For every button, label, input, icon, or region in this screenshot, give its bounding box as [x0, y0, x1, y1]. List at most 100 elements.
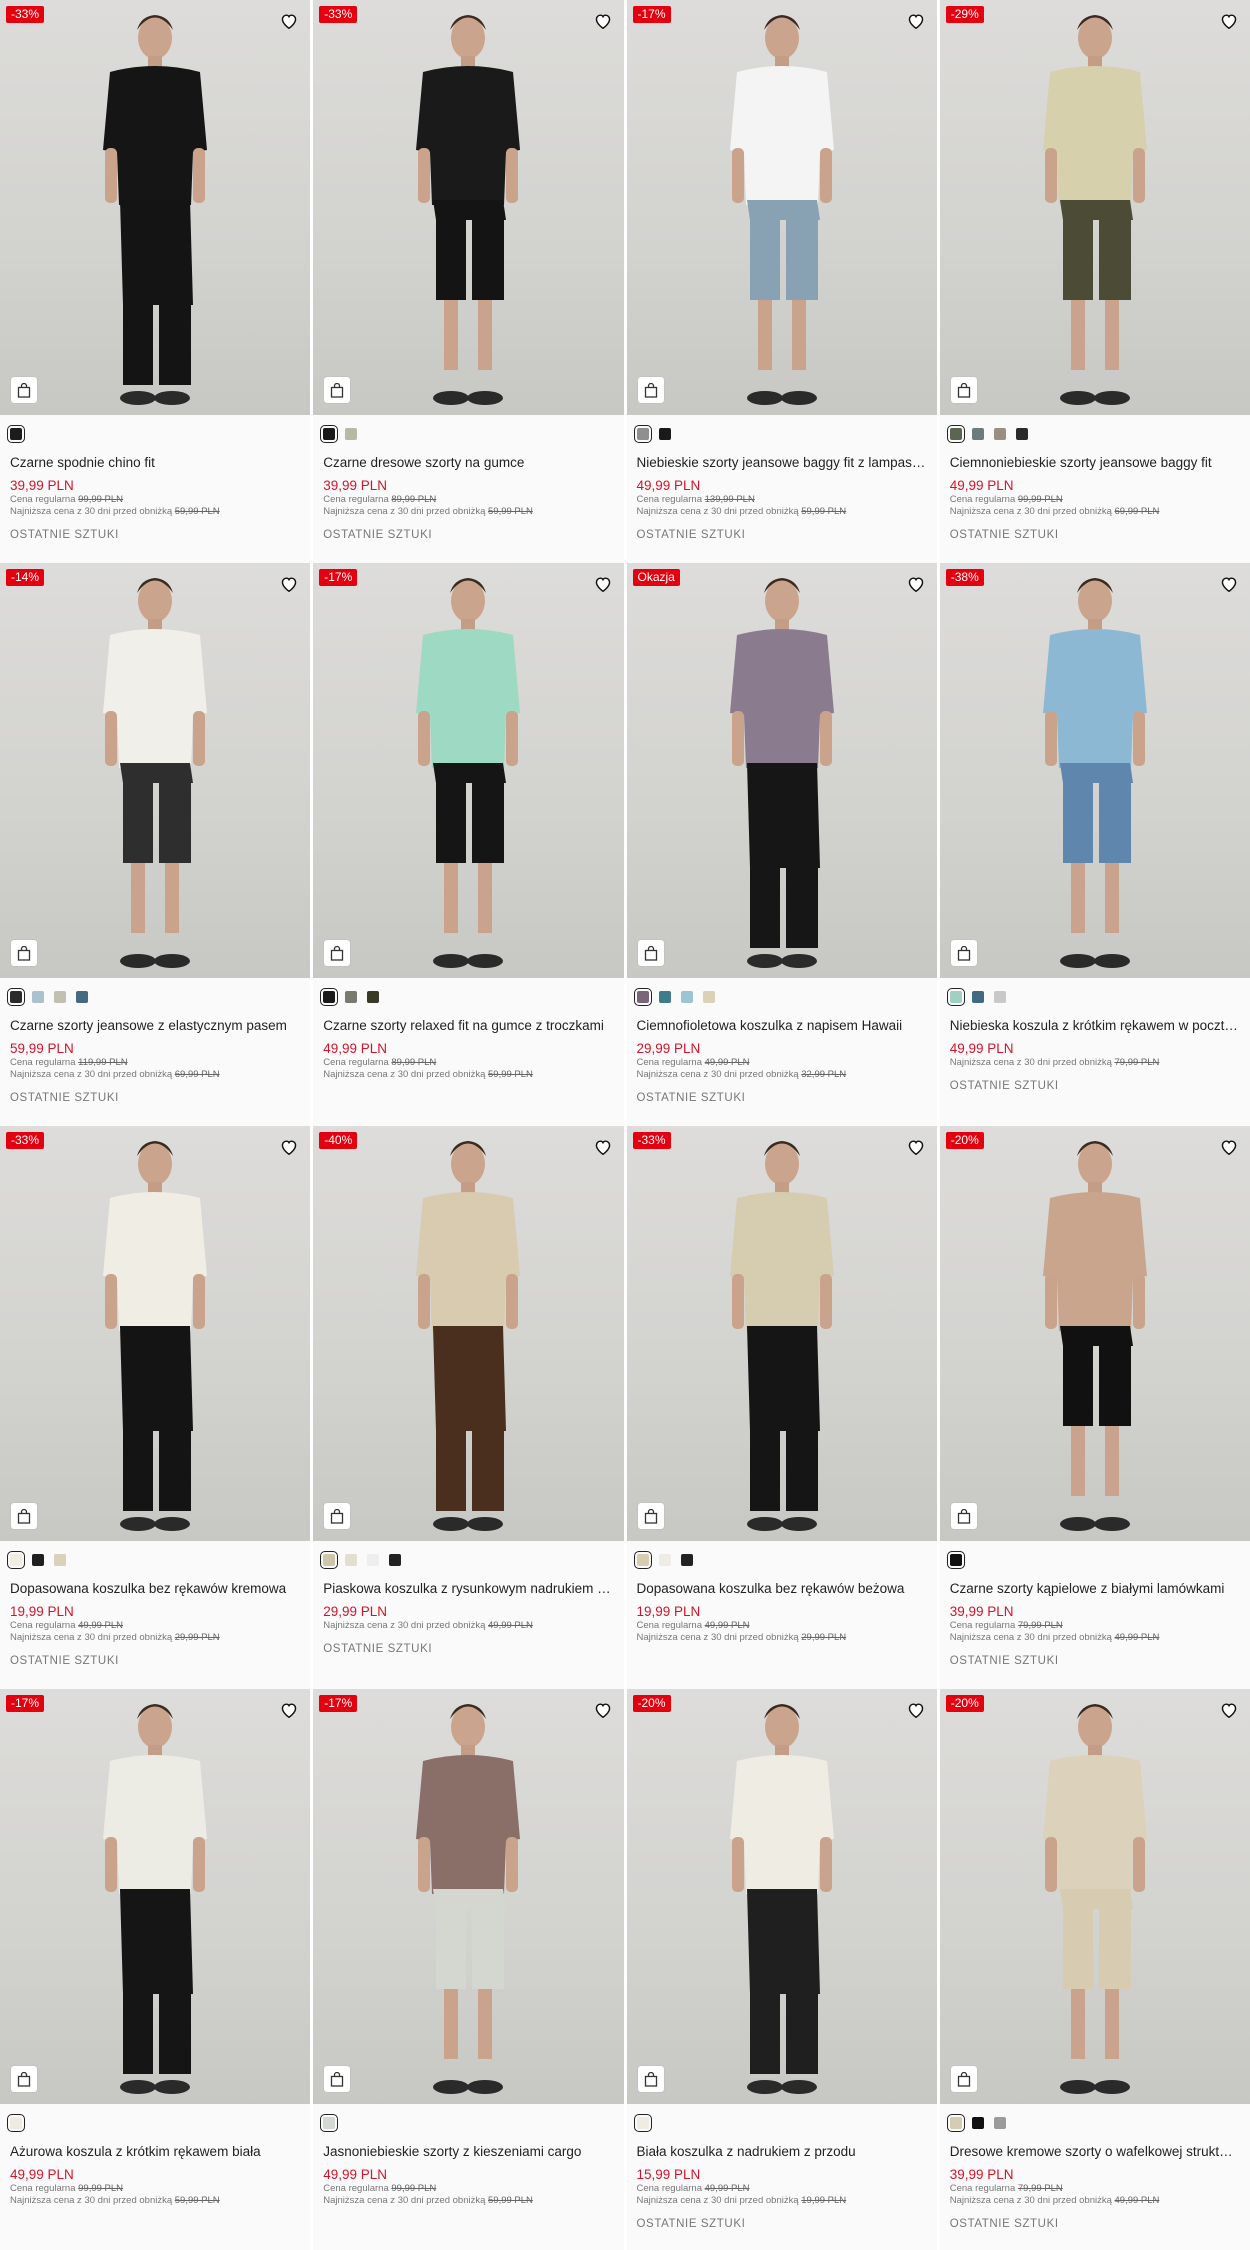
color-swatch[interactable] — [993, 428, 1006, 440]
product-name[interactable]: Ażurowa koszula z krótkim rękawem biała — [10, 2143, 300, 2161]
shopping-bag-icon[interactable] — [11, 1503, 37, 1529]
product-name[interactable]: Czarne szorty jeansowe z elastycznym pas… — [10, 1017, 300, 1035]
product-name[interactable]: Dopasowana koszulka bez rękawów beżowa — [637, 1580, 927, 1598]
product-image[interactable]: -14% — [0, 563, 311, 978]
color-swatch[interactable] — [54, 991, 66, 1003]
product-card[interactable]: -33% Dopasowana koszulka bez rękawów beżo… — [626, 1126, 937, 1689]
product-image[interactable]: Okazja — [626, 563, 937, 978]
shopping-bag-icon[interactable] — [950, 940, 977, 966]
product-image[interactable]: -40% — [313, 1126, 624, 1541]
shopping-bag-icon[interactable] — [324, 2066, 351, 2092]
heart-icon[interactable] — [592, 1699, 614, 1721]
product-card[interactable]: Okazja Ciemnofioletowa koszulka z napisem… — [626, 563, 937, 1126]
color-swatch[interactable] — [1015, 428, 1028, 440]
product-card[interactable]: -17% Ażurowa koszula z krótkim rękawem bi… — [0, 1689, 311, 2250]
color-swatch[interactable] — [320, 2114, 339, 2132]
product-image[interactable]: -17% — [626, 0, 937, 415]
product-image[interactable]: -38% — [939, 563, 1250, 978]
color-swatch[interactable] — [633, 988, 652, 1006]
shopping-bag-icon[interactable] — [324, 940, 351, 966]
color-swatch[interactable] — [345, 428, 358, 440]
shopping-bag-icon[interactable] — [950, 2066, 977, 2092]
shopping-bag-icon[interactable] — [637, 940, 664, 966]
product-card[interactable]: -20% Biała koszulka z nadrukiem z przodu 1… — [626, 1689, 937, 2250]
product-name[interactable]: Niebieskie szorty jeansowe baggy fit z l… — [637, 454, 927, 472]
color-swatch[interactable] — [76, 991, 88, 1003]
heart-icon[interactable] — [278, 1136, 300, 1158]
color-swatch[interactable] — [345, 991, 358, 1003]
product-name[interactable]: Piaskowa koszulka z rysunkowym nadrukiem… — [323, 1580, 613, 1598]
product-name[interactable]: Czarne szorty relaxed fit na gumce z tro… — [323, 1017, 613, 1035]
product-card[interactable]: -20% Dresowe kremowe szorty o wafelkowej … — [939, 1689, 1250, 2250]
color-swatch[interactable] — [633, 425, 652, 443]
product-name[interactable]: Dresowe kremowe szorty o wafelkowej stru… — [950, 2143, 1240, 2161]
heart-icon[interactable] — [278, 1699, 300, 1721]
heart-icon[interactable] — [1218, 10, 1240, 32]
product-image[interactable]: -17% — [313, 563, 624, 978]
shopping-bag-icon[interactable] — [637, 1503, 664, 1529]
shopping-bag-icon[interactable] — [950, 377, 977, 403]
product-name[interactable]: Czarne dresowe szorty na gumce — [323, 454, 613, 472]
color-swatch[interactable] — [680, 991, 693, 1003]
product-card[interactable]: -14% Czarne szorty jeansowe z elastycznym… — [0, 563, 311, 1126]
product-card[interactable]: -20% Czarne szorty kąpielowe z białymi la… — [939, 1126, 1250, 1689]
color-swatch[interactable] — [367, 1554, 380, 1566]
heart-icon[interactable] — [905, 10, 927, 32]
shopping-bag-icon[interactable] — [637, 377, 664, 403]
color-swatch[interactable] — [633, 1551, 652, 1569]
product-image[interactable]: -20% — [939, 1126, 1250, 1541]
product-name[interactable]: Ciemnoniebieskie szorty jeansowe baggy f… — [950, 454, 1240, 472]
color-swatch[interactable] — [946, 988, 965, 1006]
color-swatch[interactable] — [946, 425, 965, 443]
product-image[interactable]: -20% — [939, 1689, 1250, 2104]
color-swatch[interactable] — [633, 2114, 652, 2132]
shopping-bag-icon[interactable] — [11, 940, 37, 966]
color-swatch[interactable] — [971, 428, 984, 440]
color-swatch[interactable] — [7, 2114, 25, 2132]
heart-icon[interactable] — [1218, 1136, 1240, 1158]
heart-icon[interactable] — [278, 10, 300, 32]
color-swatch[interactable] — [993, 2117, 1006, 2129]
heart-icon[interactable] — [1218, 1699, 1240, 1721]
product-image[interactable]: -33% — [0, 0, 311, 415]
product-name[interactable]: Czarne szorty kąpielowe z białymi lamówk… — [950, 1580, 1240, 1598]
heart-icon[interactable] — [905, 1699, 927, 1721]
color-swatch[interactable] — [658, 991, 671, 1003]
heart-icon[interactable] — [1218, 573, 1240, 595]
product-card[interactable]: -40% Piaskowa koszulka z rysunkowym nadru… — [313, 1126, 624, 1689]
product-name[interactable]: Ciemnofioletowa koszulka z napisem Hawai… — [637, 1017, 927, 1035]
shopping-bag-icon[interactable] — [11, 377, 37, 403]
color-swatch[interactable] — [320, 425, 339, 443]
heart-icon[interactable] — [905, 1136, 927, 1158]
product-card[interactable]: -33% Czarne spodnie chino fit 39,99 PLN Cen… — [0, 0, 311, 563]
shopping-bag-icon[interactable] — [324, 1503, 351, 1529]
color-swatch[interactable] — [702, 991, 715, 1003]
color-swatch[interactable] — [7, 988, 25, 1006]
color-swatch[interactable] — [993, 991, 1006, 1003]
product-card[interactable]: -17% Jasnoniebieskie szorty z kieszeniami… — [313, 1689, 624, 2250]
color-swatch[interactable] — [946, 2114, 965, 2132]
product-image[interactable]: -33% — [313, 0, 624, 415]
color-swatch[interactable] — [7, 1551, 25, 1569]
color-swatch[interactable] — [658, 1554, 671, 1566]
color-swatch[interactable] — [32, 991, 44, 1003]
product-name[interactable]: Dopasowana koszulka bez rękawów kremowa — [10, 1580, 300, 1598]
product-card[interactable]: -38% Niebieska koszula z krótkim rękawem … — [939, 563, 1250, 1126]
product-card[interactable]: -29% Ciemnoniebieskie szorty jeansowe bag… — [939, 0, 1250, 563]
color-swatch[interactable] — [345, 1554, 358, 1566]
product-image[interactable]: -29% — [939, 0, 1250, 415]
color-swatch[interactable] — [946, 1551, 965, 1569]
product-image[interactable]: -17% — [313, 1689, 624, 2104]
color-swatch[interactable] — [7, 425, 25, 443]
product-name[interactable]: Czarne spodnie chino fit — [10, 454, 300, 472]
product-image[interactable]: -20% — [626, 1689, 937, 2104]
color-swatch[interactable] — [680, 1554, 693, 1566]
product-image[interactable]: -33% — [0, 1126, 311, 1541]
product-name[interactable]: Niebieska koszula z krótkim rękawem w po… — [950, 1017, 1240, 1035]
heart-icon[interactable] — [905, 573, 927, 595]
heart-icon[interactable] — [592, 10, 614, 32]
shopping-bag-icon[interactable] — [324, 377, 351, 403]
heart-icon[interactable] — [592, 573, 614, 595]
product-card[interactable]: -33% Czarne dresowe szorty na gumce 39,99 … — [313, 0, 624, 563]
color-swatch[interactable] — [971, 991, 984, 1003]
